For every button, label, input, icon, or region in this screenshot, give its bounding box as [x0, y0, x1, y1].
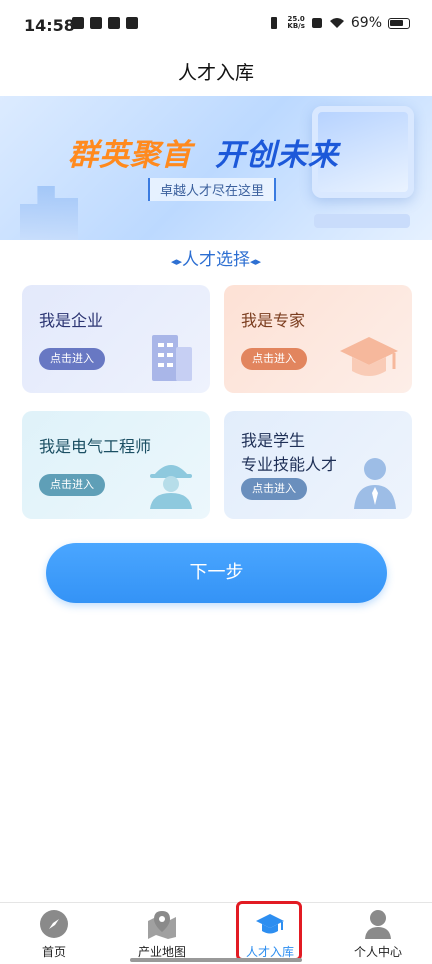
city-illustration — [20, 186, 78, 240]
person-icon — [365, 910, 391, 939]
enter-button[interactable]: 点击进入 — [241, 478, 307, 500]
network-speed: 25.0 KB/s — [287, 15, 305, 30]
right-arrow-icon: ◂▸ — [250, 255, 262, 268]
enter-button[interactable]: 点击进入 — [241, 348, 307, 370]
engineer-icon — [150, 465, 192, 509]
card-label: 我是电气工程师 — [39, 437, 152, 456]
section-title: ◂▸人才选择◂▸ — [170, 250, 262, 270]
card-expert[interactable]: 我是专家 点击进入 — [224, 285, 412, 393]
keyboard-illustration — [314, 214, 410, 228]
tab-personal-center[interactable]: 个人中心 — [324, 903, 432, 964]
card-student[interactable]: 我是学生 专业技能人才 点击进入 — [224, 411, 412, 519]
compass-icon — [40, 910, 68, 938]
card-electrical-engineer[interactable]: 我是电气工程师 点击进入 — [22, 411, 210, 519]
video-app-icon — [72, 17, 84, 29]
left-arrow-icon: ◂▸ — [170, 255, 182, 268]
notification-icons — [72, 17, 138, 29]
battery-icon — [388, 17, 410, 29]
next-step-button[interactable]: 下一步 — [46, 543, 387, 603]
card-label: 我是学生 专业技能人才 — [241, 431, 338, 474]
banner-slogan: 群英聚首 开创未来 — [68, 138, 339, 173]
status-time: 14:58 — [24, 16, 75, 35]
card-enterprise[interactable]: 我是企业 点击进入 — [22, 285, 210, 393]
vibrate-icon — [271, 17, 278, 29]
student-icon — [354, 458, 396, 509]
tab-home[interactable]: 首页 — [0, 903, 108, 964]
battery-percent: 69% — [350, 15, 382, 31]
home-indicator[interactable] — [130, 958, 302, 962]
tab-industry-map[interactable]: 产业地图 — [108, 903, 216, 964]
active-tab-highlight — [236, 901, 302, 961]
banner[interactable]: 群英聚首 开创未来 卓越人才尽在这里 — [0, 96, 432, 240]
crown-app-icon — [108, 17, 120, 29]
map-pin-icon — [148, 911, 176, 939]
enter-button[interactable]: 点击进入 — [39, 474, 105, 496]
building-icon — [152, 335, 192, 381]
page-title: 人才入库 — [177, 62, 254, 84]
wifi-icon — [329, 18, 344, 28]
enter-button[interactable]: 点击进入 — [39, 348, 105, 370]
bottom-tab-bar: 首页 产业地图 人才入库 个人中心 — [0, 902, 432, 964]
card-label: 我是专家 — [241, 311, 306, 330]
banner-subtitle: 卓越人才尽在这里 — [148, 178, 277, 201]
status-bar: 14:58 25.0 KB/s 69% — [0, 0, 432, 50]
status-right: 25.0 KB/s 69% — [267, 15, 410, 31]
sync-app-icon — [90, 17, 102, 29]
card-label: 我是企业 — [39, 311, 104, 330]
sim-icon — [311, 18, 322, 28]
graduation-cap-icon — [340, 337, 398, 376]
message-app-icon — [126, 17, 138, 29]
